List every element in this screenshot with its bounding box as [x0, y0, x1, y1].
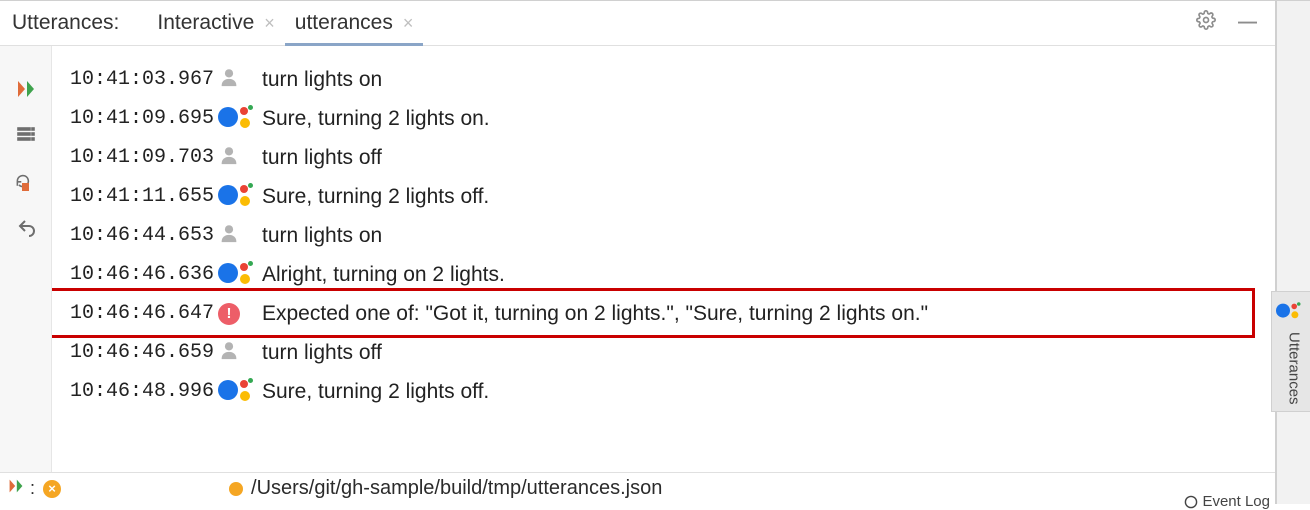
log-message: Sure, turning 2 lights off. [262, 380, 489, 404]
log-row[interactable]: 10:41:09.703 turn lights off [70, 138, 1257, 177]
log-message: turn lights off [262, 146, 382, 170]
timestamp: 10:41:03.967 [70, 68, 218, 91]
timestamp: 10:46:46.659 [70, 341, 218, 364]
timestamp: 10:41:09.703 [70, 146, 218, 169]
user-icon [218, 222, 262, 250]
tab-label: Interactive [157, 11, 254, 35]
log-row[interactable]: 10:46:46.659 turn lights off [70, 333, 1257, 372]
timestamp: 10:41:11.655 [70, 185, 218, 208]
log-row[interactable]: 10:46:46.647!Expected one of: "Got it, t… [70, 294, 1257, 333]
log-row[interactable]: 10:46:44.653 turn lights on [70, 216, 1257, 255]
log-message: Alright, turning on 2 lights. [262, 263, 505, 287]
assistant-icon [218, 183, 262, 211]
assistant-icon [1276, 302, 1301, 322]
log-message: Sure, turning 2 lights on. [262, 107, 490, 131]
right-rail-tab-label: Utterances [1286, 332, 1303, 405]
timestamp: 10:46:46.647 [70, 302, 218, 325]
panel-title: Utterances: [12, 11, 119, 35]
log-message: turn lights off [262, 341, 382, 365]
list-icon[interactable] [15, 124, 37, 146]
user-icon [218, 66, 262, 94]
close-icon[interactable]: × [264, 14, 275, 32]
minimize-icon[interactable]: — [1232, 12, 1263, 34]
log-row[interactable]: 10:46:48.996 Sure, turning 2 lights off. [70, 372, 1257, 411]
toolbar-gutter [0, 46, 52, 472]
log-row[interactable]: 10:41:03.967 turn lights on [70, 60, 1257, 99]
assistant-icon [218, 378, 262, 406]
timestamp: 10:46:48.996 [70, 380, 218, 403]
right-rail-tab-utterances[interactable]: Utterances [1271, 291, 1310, 412]
close-icon[interactable]: × [403, 14, 414, 32]
user-icon [218, 339, 262, 367]
log-row[interactable]: 10:46:46.636 Alright, turning on 2 lights… [70, 255, 1257, 294]
tab-utterances[interactable]: utterances × [285, 1, 424, 45]
timestamp: 10:46:44.653 [70, 224, 218, 247]
log-area: 10:41:03.967 turn lights on 10:41:09.695 Su… [52, 46, 1275, 472]
error-icon: ! [218, 303, 262, 325]
gear-icon[interactable] [1196, 10, 1216, 36]
status-dot-icon [229, 482, 243, 496]
timestamp: 10:46:46.636 [70, 263, 218, 286]
warning-icon: × [43, 480, 61, 498]
resume-icon[interactable] [15, 78, 37, 100]
resume-icon[interactable] [8, 478, 24, 499]
timestamp: 10:41:09.695 [70, 107, 218, 130]
assistant-icon [218, 105, 262, 133]
assistant-icon [218, 261, 262, 289]
log-message: turn lights on [262, 224, 382, 248]
rerun-icon[interactable] [15, 170, 37, 192]
log-message: turn lights on [262, 68, 382, 92]
right-rail: Utterances [1276, 1, 1310, 504]
panel-header: Utterances: Interactive × utterances × — [0, 1, 1275, 46]
undo-icon[interactable] [15, 216, 37, 238]
footer-prefix: : [30, 478, 35, 499]
log-message: Expected one of: "Got it, turning on 2 l… [262, 302, 928, 326]
log-row[interactable]: 10:41:11.655 Sure, turning 2 lights off. [70, 177, 1257, 216]
tab-interactive[interactable]: Interactive × [147, 1, 284, 45]
tab-label: utterances [295, 11, 393, 35]
footer-path: /Users/git/gh-sample/build/tmp/utterance… [251, 477, 662, 500]
footer-bar: : × /Users/git/gh-sample/build/tmp/utter… [0, 472, 1275, 504]
log-message: Sure, turning 2 lights off. [262, 185, 489, 209]
event-log-button[interactable]: Event Log [1184, 493, 1270, 510]
user-icon [218, 144, 262, 172]
log-row[interactable]: 10:41:09.695 Sure, turning 2 lights on. [70, 99, 1257, 138]
event-log-label: Event Log [1202, 493, 1270, 510]
